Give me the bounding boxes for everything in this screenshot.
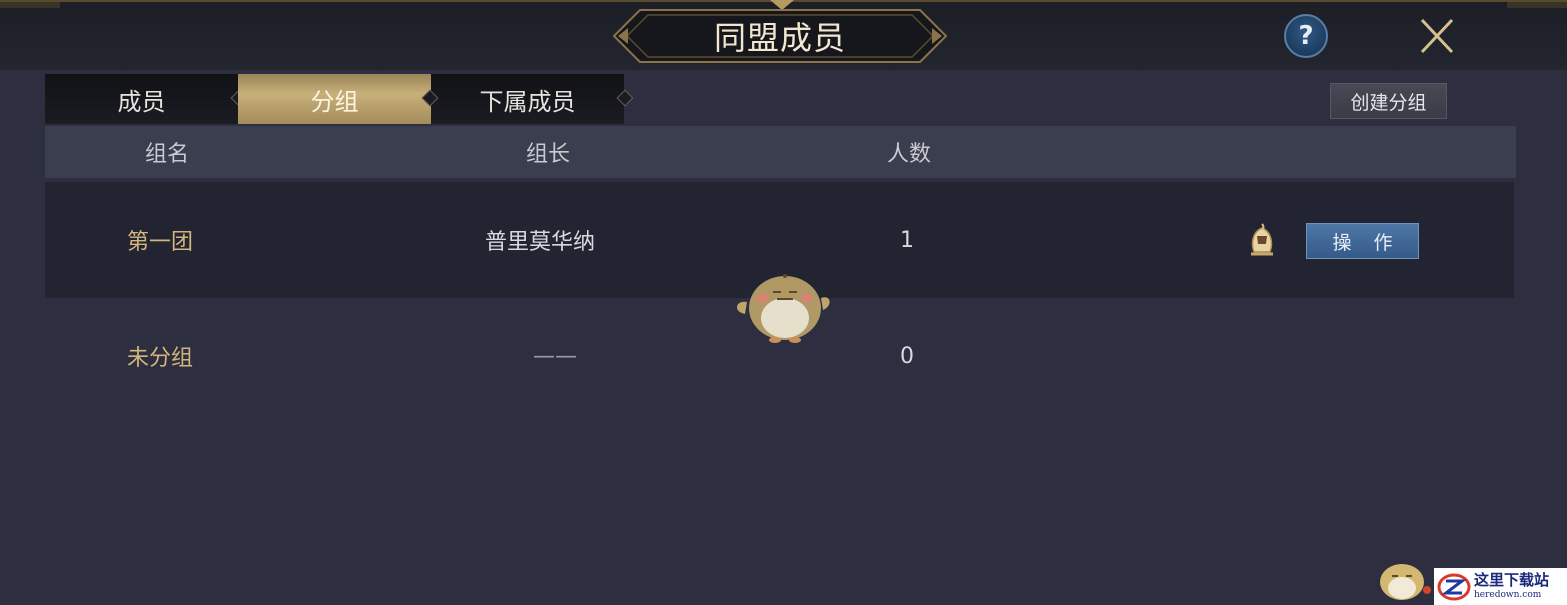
group-leader: 普里莫华纳 [485, 230, 596, 255]
member-count: 1 [900, 227, 914, 253]
page-title: 同盟成员 [713, 19, 846, 57]
tab-subordinate-members[interactable]: 下属成员 [421, 74, 634, 124]
frame-edge-left [0, 2, 60, 8]
site-name-en: heredown.com [1474, 590, 1542, 600]
column-header-group-name: 组名 [145, 142, 190, 167]
tab-groups[interactable]: 分组 [238, 74, 431, 124]
site-watermark: 这里下载站 heredown.com [1434, 568, 1567, 605]
column-header-count: 人数 [887, 142, 932, 167]
group-name: 第一团 [127, 230, 194, 255]
site-logo-graphic [1437, 573, 1471, 600]
create-group-button[interactable]: 创建分组 [1330, 83, 1447, 119]
help-button[interactable]: ? [1284, 14, 1328, 58]
tab-subordinate-members-label: 下属成员 [479, 87, 576, 116]
tab-members-label: 成员 [117, 87, 166, 116]
group-name: 未分组 [127, 346, 194, 371]
title-plate: 同盟成员 [612, 8, 948, 64]
close-icon[interactable] [1416, 16, 1458, 56]
operate-button[interactable]: 操 作 [1306, 223, 1419, 259]
group-leader: —— [533, 343, 577, 369]
tab-groups-label: 分组 [310, 87, 359, 116]
site-logo-icon [1434, 568, 1474, 605]
helmet-icon [1251, 223, 1273, 256]
site-name-cn: 这里下载站 [1474, 571, 1550, 589]
tab-bar: 成员 分组 下属成员 [45, 74, 634, 124]
chick-mascot-watermark [736, 274, 830, 343]
chick-logo-icon [1380, 564, 1431, 600]
member-count: 0 [900, 343, 914, 369]
table-header: 组名 组长 人数 [45, 126, 1516, 178]
tab-members[interactable]: 成员 [45, 74, 248, 124]
frame-edge-right [1507, 2, 1567, 8]
site-watermark-text: 这里下载站 heredown.com [1474, 573, 1549, 600]
column-header-leader: 组长 [526, 142, 571, 167]
